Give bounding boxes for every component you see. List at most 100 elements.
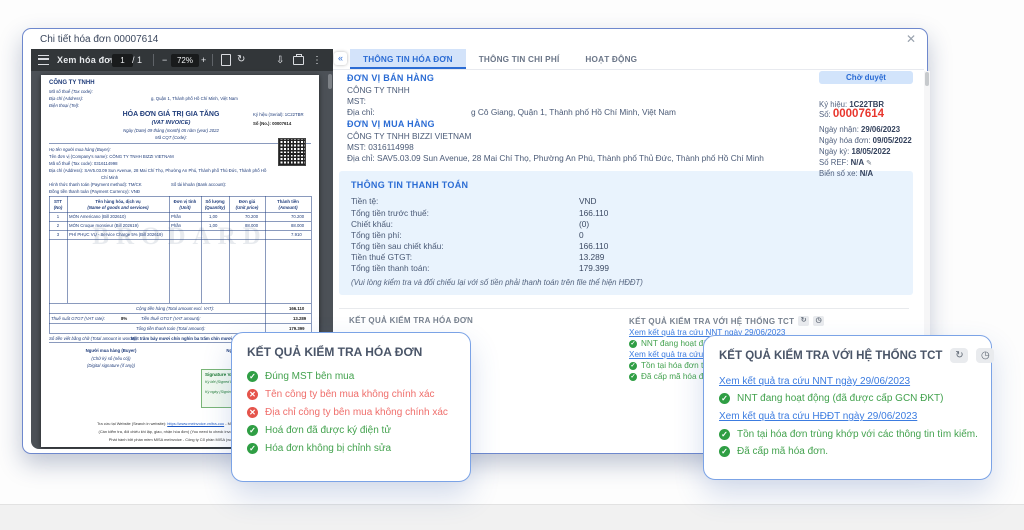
table-cell: 88.000 [245,223,258,228]
payment-note: (Vui lòng kiểm tra và đối chiếu lại với … [351,278,643,287]
seller-mst: MST: [347,96,366,106]
zoom-level[interactable]: 72% [171,49,199,71]
invoice-check-popup-title: KẾT QUẢ KIỂM TRA HÓA ĐƠN [247,345,422,359]
tct-check-popup-title: KẾT QUẢ KIỂM TRA VỚI HỆ THỐNG TCT ↻ ◷ [719,348,994,363]
menu-icon[interactable] [38,49,49,71]
vat-value: 13.289 [293,316,306,321]
pdf-scrollbar-thumb[interactable] [328,74,332,89]
seller-heading: ĐƠN VỊ BÁN HÀNG [347,73,434,83]
refresh-icon[interactable]: ↻ [950,348,968,363]
download-button[interactable]: ⇩ [276,49,284,71]
cross-icon [247,407,258,418]
invoice-buyer-addr: Địa chỉ (Address): SAV5.03.09 Sun Avenue… [49,168,266,173]
check-icon [629,362,637,370]
payment-value: 166.110 [579,208,608,218]
invoice-check-heading: KẾT QUẢ KIỂM TRA HÓA ĐƠN [349,316,473,325]
col-header: Tên hàng hóa, dịch vụ [67,199,169,204]
payment-label: Tổng tiền thanh toán: [351,263,429,273]
invoice-seller-name: CÔNG TY TNHH [49,80,95,87]
table-cell: 70.200 [245,214,258,219]
payment-info-box: THÔNG TIN THANH TOÁN Tiền tệ:VND Tổng ti… [339,171,913,295]
print-button[interactable] [293,49,304,71]
refresh-icon[interactable]: ↻ [798,316,809,326]
meta-field: Biển số xe: N/A [819,163,873,181]
collapse-panel-button[interactable]: « [334,52,347,65]
status-badge[interactable]: Chờ duyệt [819,71,913,84]
hddt-lookup-link[interactable]: Xem kết quả tra cứu HĐĐT ngày 29/06/2023 [719,411,917,422]
tct-check-popup: KẾT QUẢ KIỂM TRA VỚI HỆ THỐNG TCT ↻ ◷ Xe… [703,335,992,480]
cross-icon [247,389,258,400]
fit-page-button[interactable] [221,49,231,71]
invoice-payment-method: Hình thức thanh toán (Payment method): T… [49,182,142,187]
history-icon[interactable]: ◷ [976,348,994,363]
vat-rate-label: Thuế suất GTGT (VAT rate): [51,316,105,321]
table-cell: 1,00 [209,214,217,219]
modal-title: Chi tiết hóa đơn 00007614 [40,34,158,45]
col-header: Thành tiền [265,199,311,204]
nnt-lookup-link[interactable]: Xem kết quả tra cứu NNT ngày 29/06/2023 [719,376,910,387]
invoice-buyer-label: Họ tên người mua hàng (Buyer): [49,147,111,152]
table-cell: MÓN Americano (Bill 202610) [69,214,126,219]
check-icon [247,371,258,382]
pdf-title: Xem hóa đơn [57,49,117,71]
table-cell: 7.910 [291,232,302,237]
col-header: (Amount) [265,205,311,210]
invoice-buyer-addr2: Chí Minh [101,175,118,180]
download-icon: ⇩ [276,55,284,66]
history-icon[interactable]: ◷ [813,316,824,326]
rotate-button[interactable]: ↻ [237,49,245,71]
payment-value: 166.110 [579,241,608,251]
payment-label: Tổng tiền phí: [351,230,402,240]
check-item: Đã cấp mã hóa đơn. [719,446,828,457]
check-icon [247,425,258,436]
lookup-link[interactable]: https://www.meinvoice.vn/tra-cuu [167,421,224,426]
buyer-sign-sub: (Chữ ký số (nếu có)) [61,356,161,361]
buyer-mst: MST: 0316114998 [347,142,414,152]
buyer-addr: Địa chỉ: SAV5.03.09 Sun Avenue, 28 Mai C… [347,153,764,163]
check-item: Tên công ty bên mua không chính xác [247,389,435,400]
table-cell: 1 [49,214,67,219]
table-cell: Phần [171,223,181,228]
payment-value: (0) [579,219,589,229]
grand-value: 179.399 [289,326,305,331]
total-label: Cộng tiền hàng (Total amount excl. VAT): [136,306,214,311]
col-header: Số lượng [201,199,229,204]
vat-label: Tiền thuế GTGT (VAT amount): [141,316,201,321]
section-divider [339,308,909,309]
invoice-date-line: Ngày (Date) 09 tháng (month) 05 năm (yea… [81,128,261,133]
seller-name: CÔNG TY TNHH [347,85,410,95]
check-icon [629,340,637,348]
tab-invoice-info[interactable]: THÔNG TIN HÓA ĐƠN [350,49,466,69]
words-label: Số tiền viết bằng chữ (Total amount in w… [49,336,137,341]
total-value: 166.110 [289,306,304,311]
check-icon [719,393,730,404]
zoom-out-button[interactable]: − [162,49,167,71]
page-number-input[interactable]: 1 [112,49,133,71]
page-bottom-strip [0,504,1024,530]
grand-label: Tổng tiền thanh toán (Total amount): [136,326,205,331]
invoice-subtitle: (VAT INVOICE) [81,120,261,127]
payment-value: 13.289 [579,252,604,262]
close-icon[interactable]: ✕ [906,33,916,45]
buyer-sign-title: Người mua hàng (Buyer) [61,348,161,353]
scrollbar-thumb[interactable] [925,72,929,86]
table-cell: 1,00 [209,223,217,228]
tab-cost-info[interactable]: THÔNG TIN CHI PHÍ [466,49,573,69]
tab-activity[interactable]: HOẠT ĐỘNG [572,49,650,69]
col-header: (Unit price) [229,205,265,210]
payment-label: Tổng tiền trước thuế: [351,208,429,218]
invoice-buyer-company: Tên đơn vị (Company's name): CÔNG TY TNH… [49,154,174,159]
zoom-in-button[interactable]: + [201,49,206,71]
print-icon [293,56,304,65]
check-item: Địa chỉ công ty bên mua không chính xác [247,407,448,418]
payment-label: Tiền thuế GTGT: [351,252,412,262]
payment-heading: THÔNG TIN THANH TOÁN [351,180,468,190]
more-options-button[interactable]: ⋮ [312,49,322,71]
pdf-toolbar: Xem hóa đơn 1 / 1 − 72% + ↻ ⇩ ⋮ [31,49,333,71]
invoice-cqt: Mã CQT (Code): [81,135,261,140]
col-header: Đơn vị tính [169,199,201,204]
table-cell: 2 [49,223,67,228]
check-item: Hóa đơn không bị chỉnh sửa [247,443,391,454]
table-cell: PHÍ PHỤC VỤ - Service Charge 5% (Bill 20… [69,232,163,237]
invoice-tel-label: Điện thoại (Tel): [49,103,79,108]
